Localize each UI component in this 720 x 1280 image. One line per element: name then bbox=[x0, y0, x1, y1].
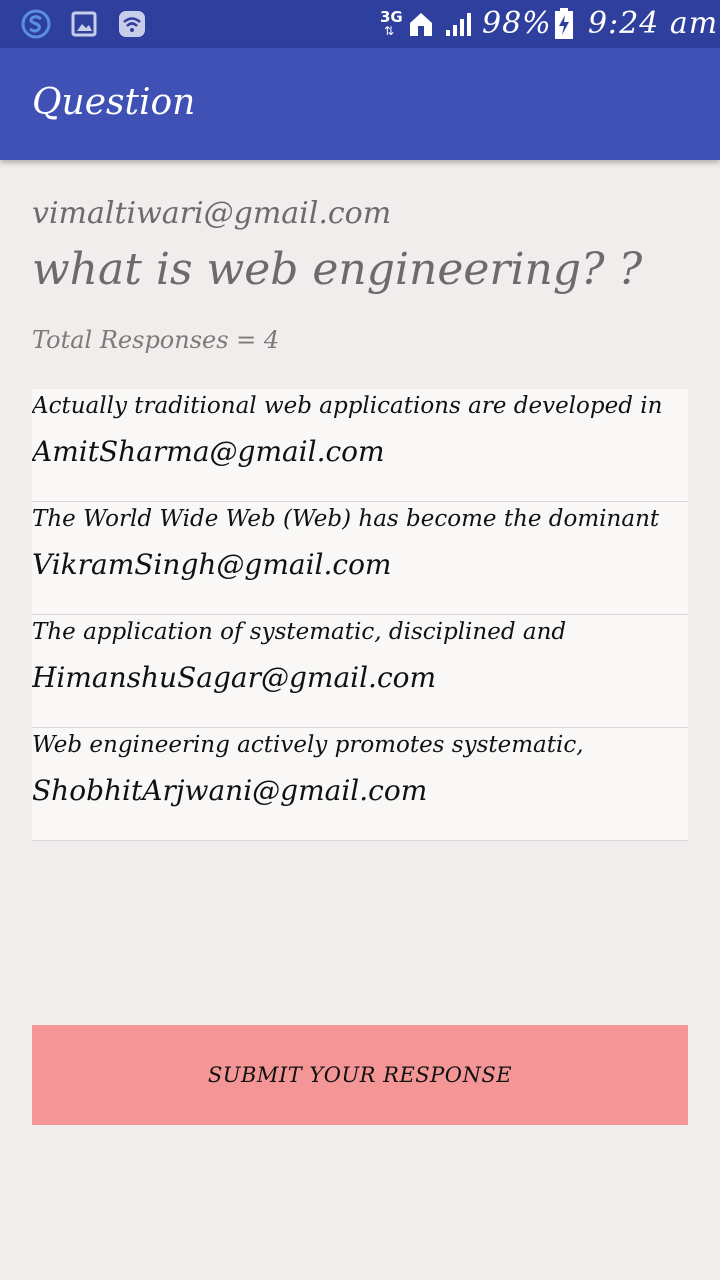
response-email: AmitSharma@gmail.com bbox=[32, 435, 385, 468]
responses-list: Actually traditional web applications ar… bbox=[32, 389, 688, 841]
signal-icon bbox=[444, 9, 474, 39]
submit-response-label: SUBMIT YOUR RESPONSE bbox=[207, 1063, 513, 1087]
data-arrows-icon: ⇅ bbox=[384, 24, 395, 38]
app-bar: Question bbox=[0, 48, 720, 160]
page-title: Question bbox=[32, 82, 196, 123]
response-item[interactable]: Web engineering actively promotes system… bbox=[32, 728, 688, 841]
clock: 9:24 am bbox=[588, 6, 719, 41]
gallery-icon bbox=[70, 9, 98, 39]
response-text: The World Wide Web (Web) has become the … bbox=[32, 506, 660, 532]
response-email: VikramSingh@gmail.com bbox=[32, 548, 392, 581]
battery-percent: 98% bbox=[482, 6, 552, 41]
response-item[interactable]: The World Wide Web (Web) has become the … bbox=[32, 502, 688, 615]
response-text: Actually traditional web applications ar… bbox=[32, 393, 663, 419]
question-text: what is web engineering? ? bbox=[32, 244, 643, 295]
status-bar: 3G ⇅ 98% 9:24 am bbox=[0, 0, 720, 48]
response-email: ShobhitArjwani@gmail.com bbox=[32, 774, 428, 807]
total-responses-count: Total Responses = 4 bbox=[32, 326, 280, 354]
response-email: HimanshuSagar@gmail.com bbox=[32, 661, 437, 694]
response-item[interactable]: The application of systematic, disciplin… bbox=[32, 615, 688, 728]
app-s-icon bbox=[20, 9, 52, 39]
response-text: Web engineering actively promotes system… bbox=[32, 732, 584, 758]
wifi-icon bbox=[118, 9, 146, 39]
response-text: The application of systematic, disciplin… bbox=[32, 619, 567, 645]
question-owner-email: vimaltiwari@gmail.com bbox=[32, 196, 392, 231]
response-item[interactable]: Actually traditional web applications ar… bbox=[32, 389, 688, 502]
submit-response-button[interactable]: SUBMIT YOUR RESPONSE bbox=[32, 1025, 688, 1125]
home-network-icon bbox=[408, 9, 434, 39]
battery-charging-icon bbox=[554, 8, 574, 39]
